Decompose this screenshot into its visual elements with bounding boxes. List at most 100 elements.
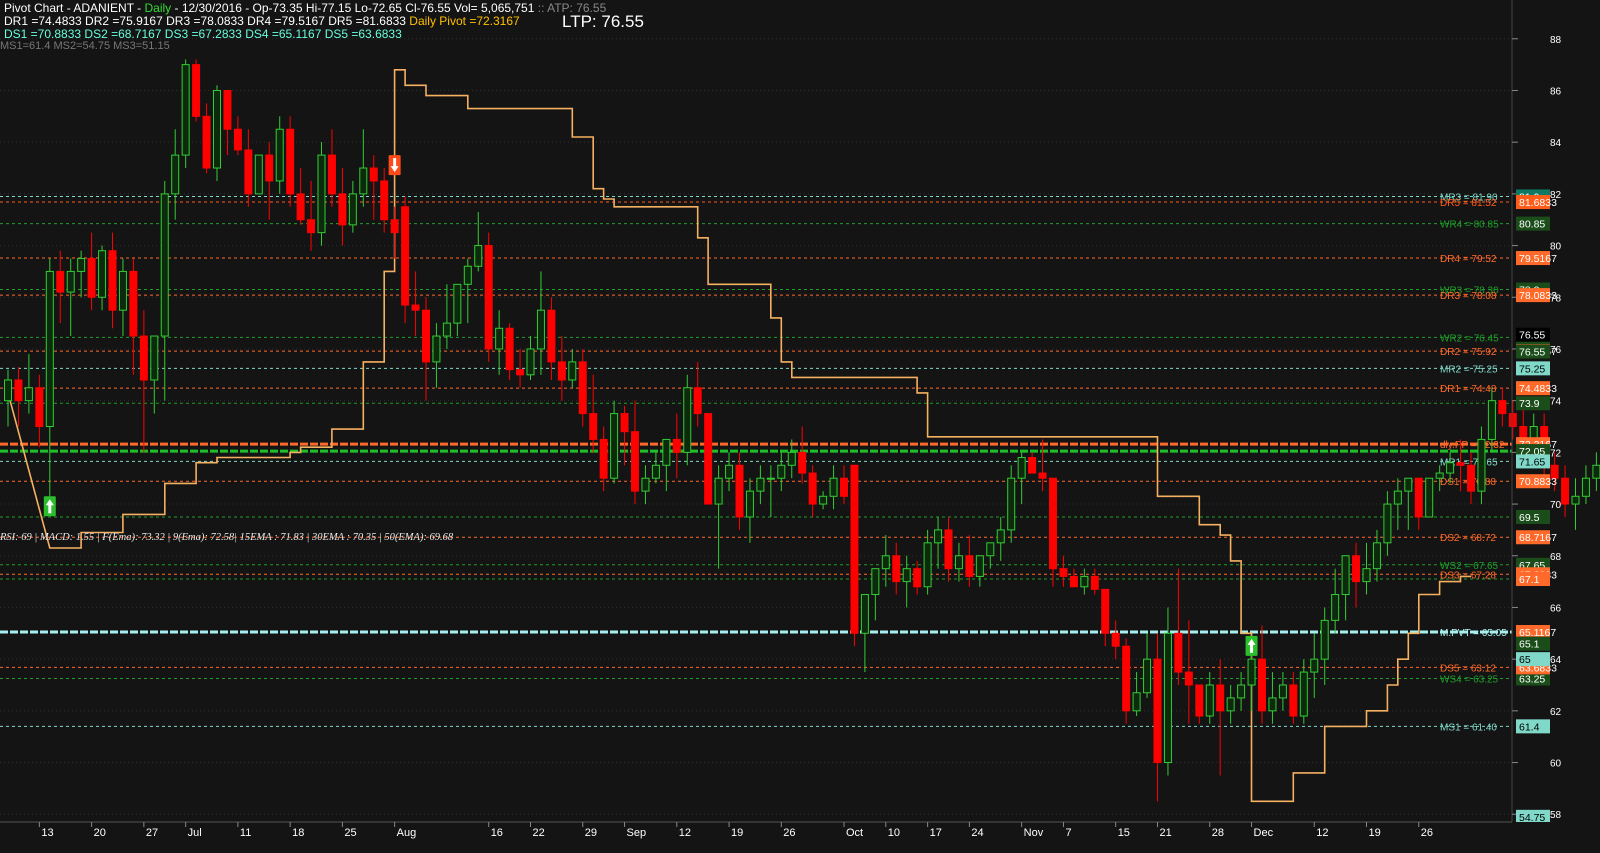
candle-body bbox=[1352, 555, 1361, 583]
candle-body bbox=[14, 379, 23, 402]
candle-body bbox=[662, 438, 671, 466]
candle-body bbox=[56, 270, 65, 293]
x-tick-label: 26 bbox=[1421, 827, 1433, 839]
x-tick-label: 22 bbox=[533, 827, 545, 839]
candle-body bbox=[620, 413, 629, 433]
level-tag-MS1: 61.4 bbox=[1519, 721, 1540, 733]
candle-body bbox=[1007, 477, 1016, 531]
header-monthly-support-line: MS1=61.4 MS2=54.75 MS3=51.15 bbox=[0, 40, 170, 52]
candle-body bbox=[526, 348, 535, 376]
y-tick-label: 58 bbox=[1550, 810, 1562, 821]
x-tick-label: 20 bbox=[94, 827, 106, 839]
level-tag-WR4: 80.85 bbox=[1519, 219, 1545, 231]
level-tag-DR5: 81.6833 bbox=[1519, 197, 1557, 209]
candle-body bbox=[516, 369, 525, 376]
candle-body bbox=[923, 542, 932, 588]
candle-body bbox=[787, 451, 796, 466]
candle-body bbox=[129, 270, 138, 337]
candle-body bbox=[181, 64, 190, 156]
level-tag-DR4: 79.5167 bbox=[1519, 253, 1557, 265]
candle-body bbox=[359, 167, 368, 195]
candle-body bbox=[902, 568, 911, 583]
candle-body bbox=[1153, 658, 1162, 764]
candle-body bbox=[840, 477, 848, 497]
header-support-line: DS1 =70.8833 DS2 =68.7167 DS3 =67.2833 D… bbox=[4, 27, 402, 41]
candle-body bbox=[1069, 575, 1078, 588]
x-tick-label: 12 bbox=[1316, 827, 1328, 839]
candle-body bbox=[505, 327, 514, 371]
x-tick-label: Nov bbox=[1024, 827, 1044, 839]
candle-body bbox=[1383, 503, 1392, 544]
candle-body bbox=[1581, 477, 1590, 497]
candle-body bbox=[934, 529, 943, 544]
x-tick-label: 11 bbox=[240, 827, 251, 839]
candle-body bbox=[4, 379, 12, 402]
price-tag: 76.55 bbox=[1519, 330, 1545, 342]
candle-body bbox=[1090, 575, 1099, 590]
candle-body bbox=[986, 542, 995, 557]
candle-body bbox=[24, 387, 33, 402]
price-tag: 76.55 bbox=[1519, 347, 1545, 359]
candle-body bbox=[463, 265, 472, 285]
candle-body bbox=[651, 464, 660, 479]
level-label-MPVT: M.PVT = 65.05 bbox=[1440, 628, 1507, 639]
candle-body bbox=[1467, 464, 1475, 492]
candle-body bbox=[672, 438, 681, 453]
chart-canvas[interactable]: MR3 = 81.90DR5 = 81.52WR4 = 80.85DR4 = 7… bbox=[0, 0, 1600, 853]
level-tag-WS3: 67.1 bbox=[1519, 574, 1540, 586]
candle-body bbox=[819, 495, 828, 505]
level-label-DR4: DR4 = 79.52 bbox=[1440, 254, 1497, 265]
candle-body bbox=[745, 490, 754, 518]
candle-body bbox=[1278, 684, 1287, 699]
chart-background bbox=[0, 0, 1600, 853]
candle-body bbox=[881, 555, 890, 570]
candle-body bbox=[1101, 588, 1110, 634]
candle-body bbox=[348, 193, 357, 226]
candle-body bbox=[1571, 495, 1580, 505]
y-tick-label: 70 bbox=[1550, 500, 1562, 511]
candle-body bbox=[641, 477, 650, 492]
candle-body bbox=[693, 387, 702, 415]
level-label-MR2: MR2 = 75.25 bbox=[1440, 364, 1498, 375]
candle-body bbox=[798, 451, 807, 474]
level-label-WS4: WS4 = 63.25 bbox=[1440, 675, 1499, 686]
candle-body bbox=[254, 154, 263, 195]
candle-body bbox=[1592, 464, 1600, 479]
candle-body bbox=[275, 128, 284, 182]
candle-body bbox=[1038, 472, 1047, 479]
price-tag: 65 bbox=[1519, 654, 1531, 666]
candle-body bbox=[1320, 619, 1329, 660]
pivot-chart[interactable]: MR3 = 81.90 DR5 = 81.52 WR4 = 80.85 DR4 = 7… bbox=[0, 0, 1600, 853]
candle-body bbox=[547, 309, 556, 363]
x-tick-label: Dec bbox=[1254, 827, 1274, 839]
level-tag-DS1: 70.8833 bbox=[1519, 476, 1557, 488]
level-label-WR2: WR2 = 76.45 bbox=[1440, 333, 1499, 344]
x-tick-label: 17 bbox=[930, 827, 942, 839]
level-label-WR4: WR4 = 80.85 bbox=[1440, 220, 1499, 231]
level-tag-DR1: 74.4833 bbox=[1519, 383, 1557, 395]
level-label-DS5: DS5 = 63.12 bbox=[1440, 663, 1496, 674]
candle-body bbox=[735, 464, 744, 518]
candle-body bbox=[369, 167, 378, 182]
candle-body bbox=[1561, 477, 1570, 505]
level-label-DR5: DR5 = 81.52 bbox=[1440, 198, 1497, 209]
candle-body bbox=[233, 128, 242, 151]
candle-body bbox=[192, 64, 201, 117]
candle-body bbox=[1435, 472, 1444, 479]
x-tick-label: Aug bbox=[397, 827, 417, 839]
last-traded-price: LTP: 76.55 bbox=[562, 12, 644, 31]
candle-body bbox=[1258, 658, 1266, 712]
candle-body bbox=[87, 257, 96, 298]
header-resistance-line: DR1 =74.4833 DR2 =75.9167 DR3 =78.0833 D… bbox=[4, 14, 520, 28]
x-tick-label: 16 bbox=[491, 827, 503, 839]
candle-body bbox=[1456, 462, 1465, 466]
x-tick-label: 18 bbox=[292, 827, 304, 839]
candle-body bbox=[1508, 413, 1517, 428]
candle-body bbox=[1184, 671, 1193, 686]
candle-body bbox=[1132, 692, 1141, 712]
candle-body bbox=[495, 327, 504, 350]
candle-body bbox=[453, 283, 462, 324]
x-tick-label: Sep bbox=[627, 827, 647, 839]
candle-body bbox=[286, 128, 295, 195]
x-tick-label: 27 bbox=[146, 827, 158, 839]
